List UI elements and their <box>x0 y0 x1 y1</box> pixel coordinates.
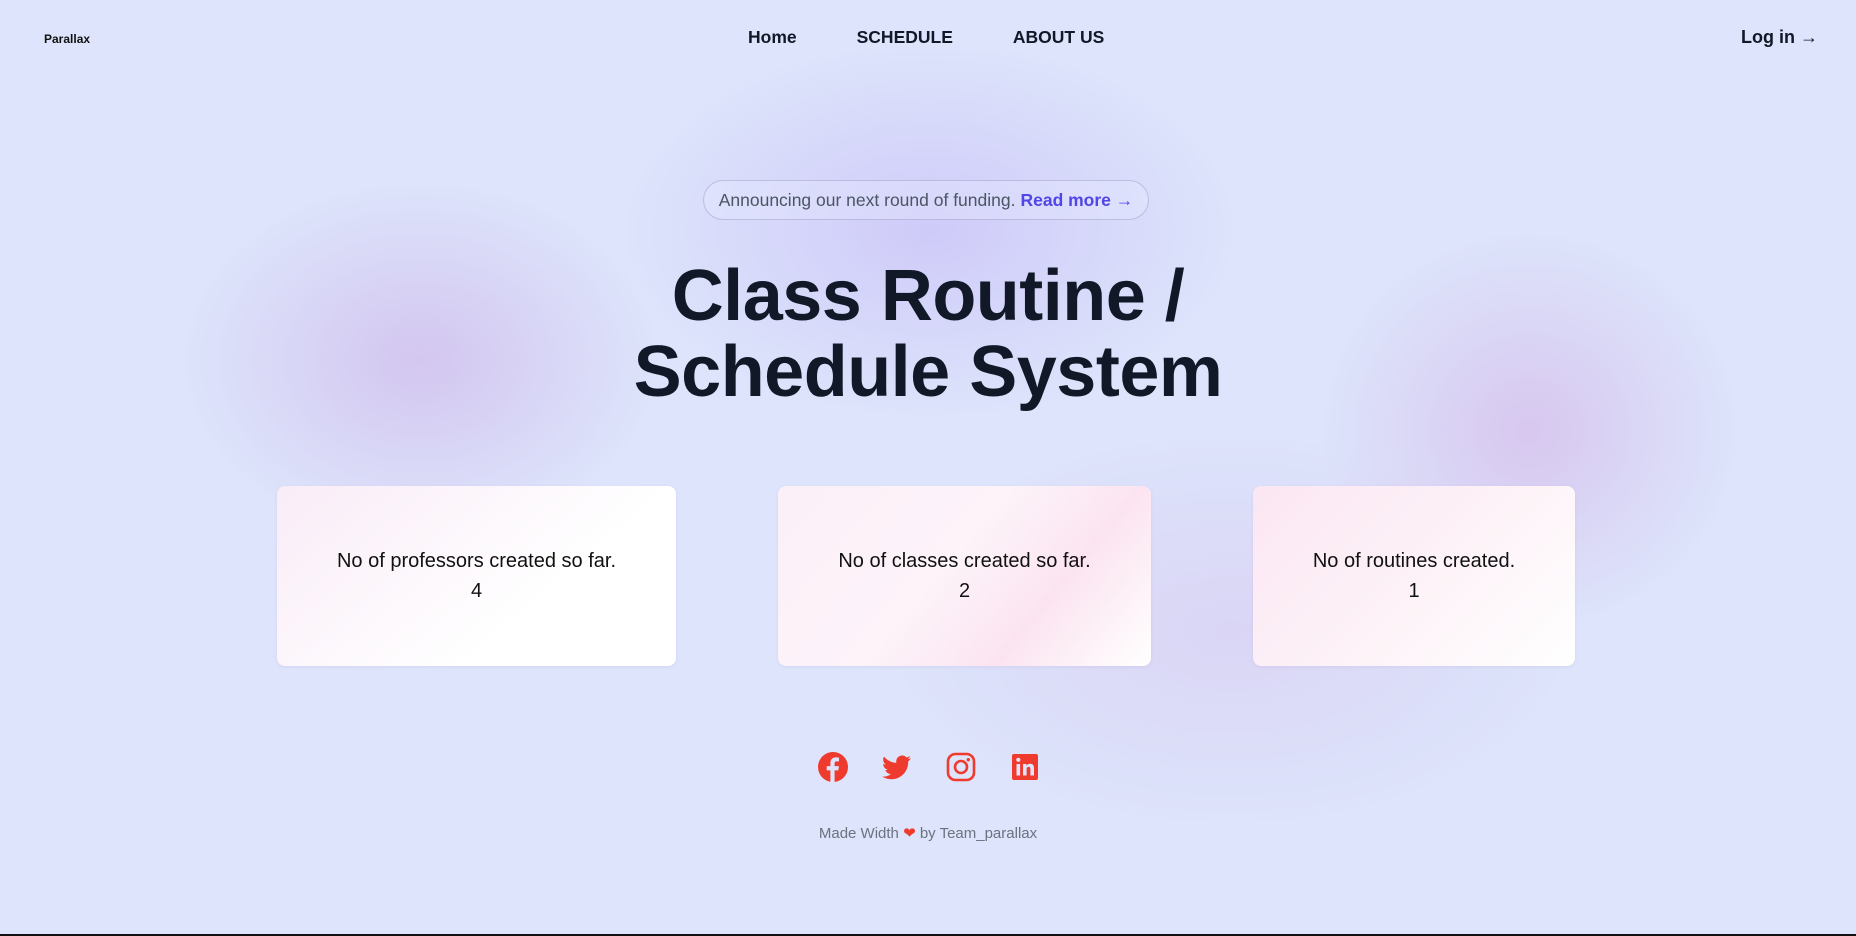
stat-card-professors: No of professors created so far. 4 <box>277 486 676 666</box>
hero-title-line-2: Schedule System <box>633 332 1223 412</box>
social-links <box>817 751 1041 783</box>
nav-home[interactable]: Home <box>748 27 797 48</box>
nav-about-us[interactable]: ABOUT US <box>1013 27 1104 48</box>
stat-value: 4 <box>470 580 483 602</box>
announcement-pill: Announcing our next round of funding. Re… <box>703 180 1149 220</box>
stat-card-routines: No of routines created. 1 <box>1253 486 1575 666</box>
hero-title-line-1: Class Routine / <box>671 256 1185 336</box>
facebook-icon[interactable] <box>817 751 849 783</box>
stat-card-classes: No of classes created so far. 2 <box>778 486 1151 666</box>
stat-label: No of professors created so far. <box>336 550 617 572</box>
footer-credit: Made Width ❤ by Team_parallax <box>0 824 1856 842</box>
stat-label: No of classes created so far. <box>838 550 1091 572</box>
login-link[interactable]: Log in → <box>1741 27 1818 48</box>
announcement-text: Announcing our next round of funding. <box>718 189 1016 210</box>
stat-value: 1 <box>1408 580 1420 602</box>
footer-suffix: by Team_parallax <box>919 825 1038 842</box>
stat-value: 2 <box>958 580 971 602</box>
footer-prefix: Made Width <box>818 825 899 842</box>
read-more-link[interactable]: Read more → <box>1020 190 1133 211</box>
brand-logo[interactable]: Parallax <box>44 32 90 46</box>
nav-schedule[interactable]: SCHEDULE <box>857 27 953 48</box>
instagram-icon[interactable] <box>945 751 977 783</box>
main-nav: Home SCHEDULE ABOUT US <box>748 27 1104 48</box>
stat-label: No of routines created. <box>1312 550 1516 572</box>
linkedin-icon[interactable] <box>1009 751 1041 783</box>
twitter-icon[interactable] <box>881 751 913 783</box>
heart-icon: ❤ <box>903 825 916 842</box>
